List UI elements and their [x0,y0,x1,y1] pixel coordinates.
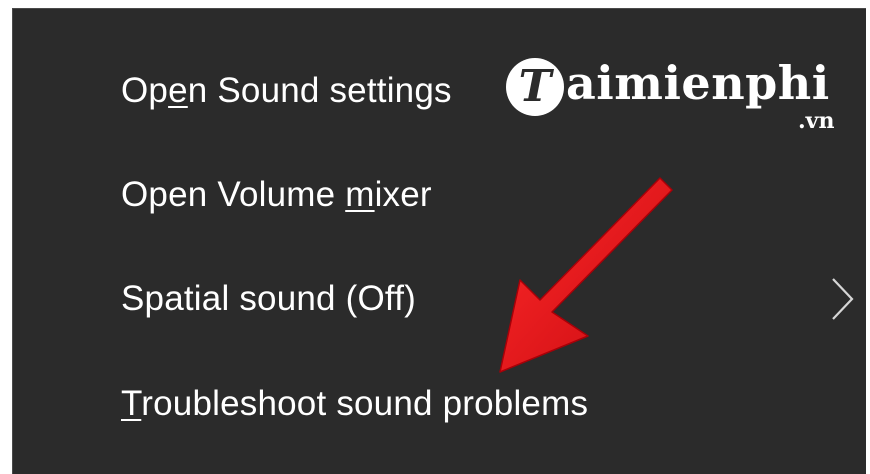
menu-item-label: Open Sound settings [121,71,452,110]
watermark-logo: T aimienphi .vn [506,52,858,142]
mnemonic-underline: T [121,384,142,423]
logo-domain: .vn [798,108,835,134]
menu-item-label: Troubleshoot sound problems [121,384,589,423]
menu-item-open-volume-mixer[interactable]: Open Volume mixer [13,143,865,247]
mnemonic-underline: m [345,175,375,214]
screenshot-frame: Open Sound settings Open Volume mixer Sp… [0,0,870,474]
logo-badge: T [506,58,564,116]
menu-item-spatial-sound[interactable]: Spatial sound (Off) [13,247,865,351]
menu-item-label: Open Volume mixer [121,175,432,214]
logo-letter: T [518,61,552,112]
chevron-right-icon [832,278,854,320]
mnemonic-underline: e [168,71,188,110]
logo-wordmark: aimienphi [566,56,830,110]
menu-item-troubleshoot-sound[interactable]: Troubleshoot sound problems [13,352,865,456]
menu-item-label: Spatial sound (Off) [121,279,416,318]
